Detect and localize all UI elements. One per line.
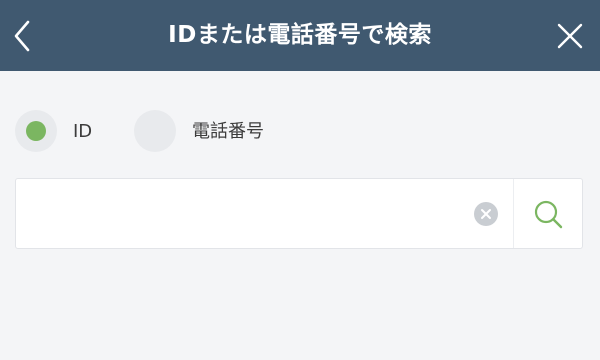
search-box: [15, 178, 583, 250]
radio-button-id[interactable]: [15, 110, 57, 152]
search-button[interactable]: [514, 179, 582, 248]
radio-option-id[interactable]: ID: [15, 110, 115, 154]
close-button[interactable]: [548, 14, 592, 58]
search-type-selector: ID 電話番号: [0, 110, 600, 154]
clear-icon: [474, 202, 498, 226]
radio-label-phone: 電話番号: [192, 121, 264, 142]
radio-label-id: ID: [73, 121, 93, 142]
radio-selected-dot: [26, 121, 46, 141]
search-input[interactable]: [28, 179, 472, 250]
radio-option-phone[interactable]: 電話番号: [134, 110, 294, 154]
close-icon: [557, 23, 583, 49]
search-icon: [534, 200, 563, 229]
radio-button-phone[interactable]: [134, 110, 176, 152]
clear-button[interactable]: [474, 202, 498, 226]
header-bar: IDまたは電話番号で検索: [0, 0, 600, 71]
page-title: IDまたは電話番号で検索: [168, 22, 432, 48]
